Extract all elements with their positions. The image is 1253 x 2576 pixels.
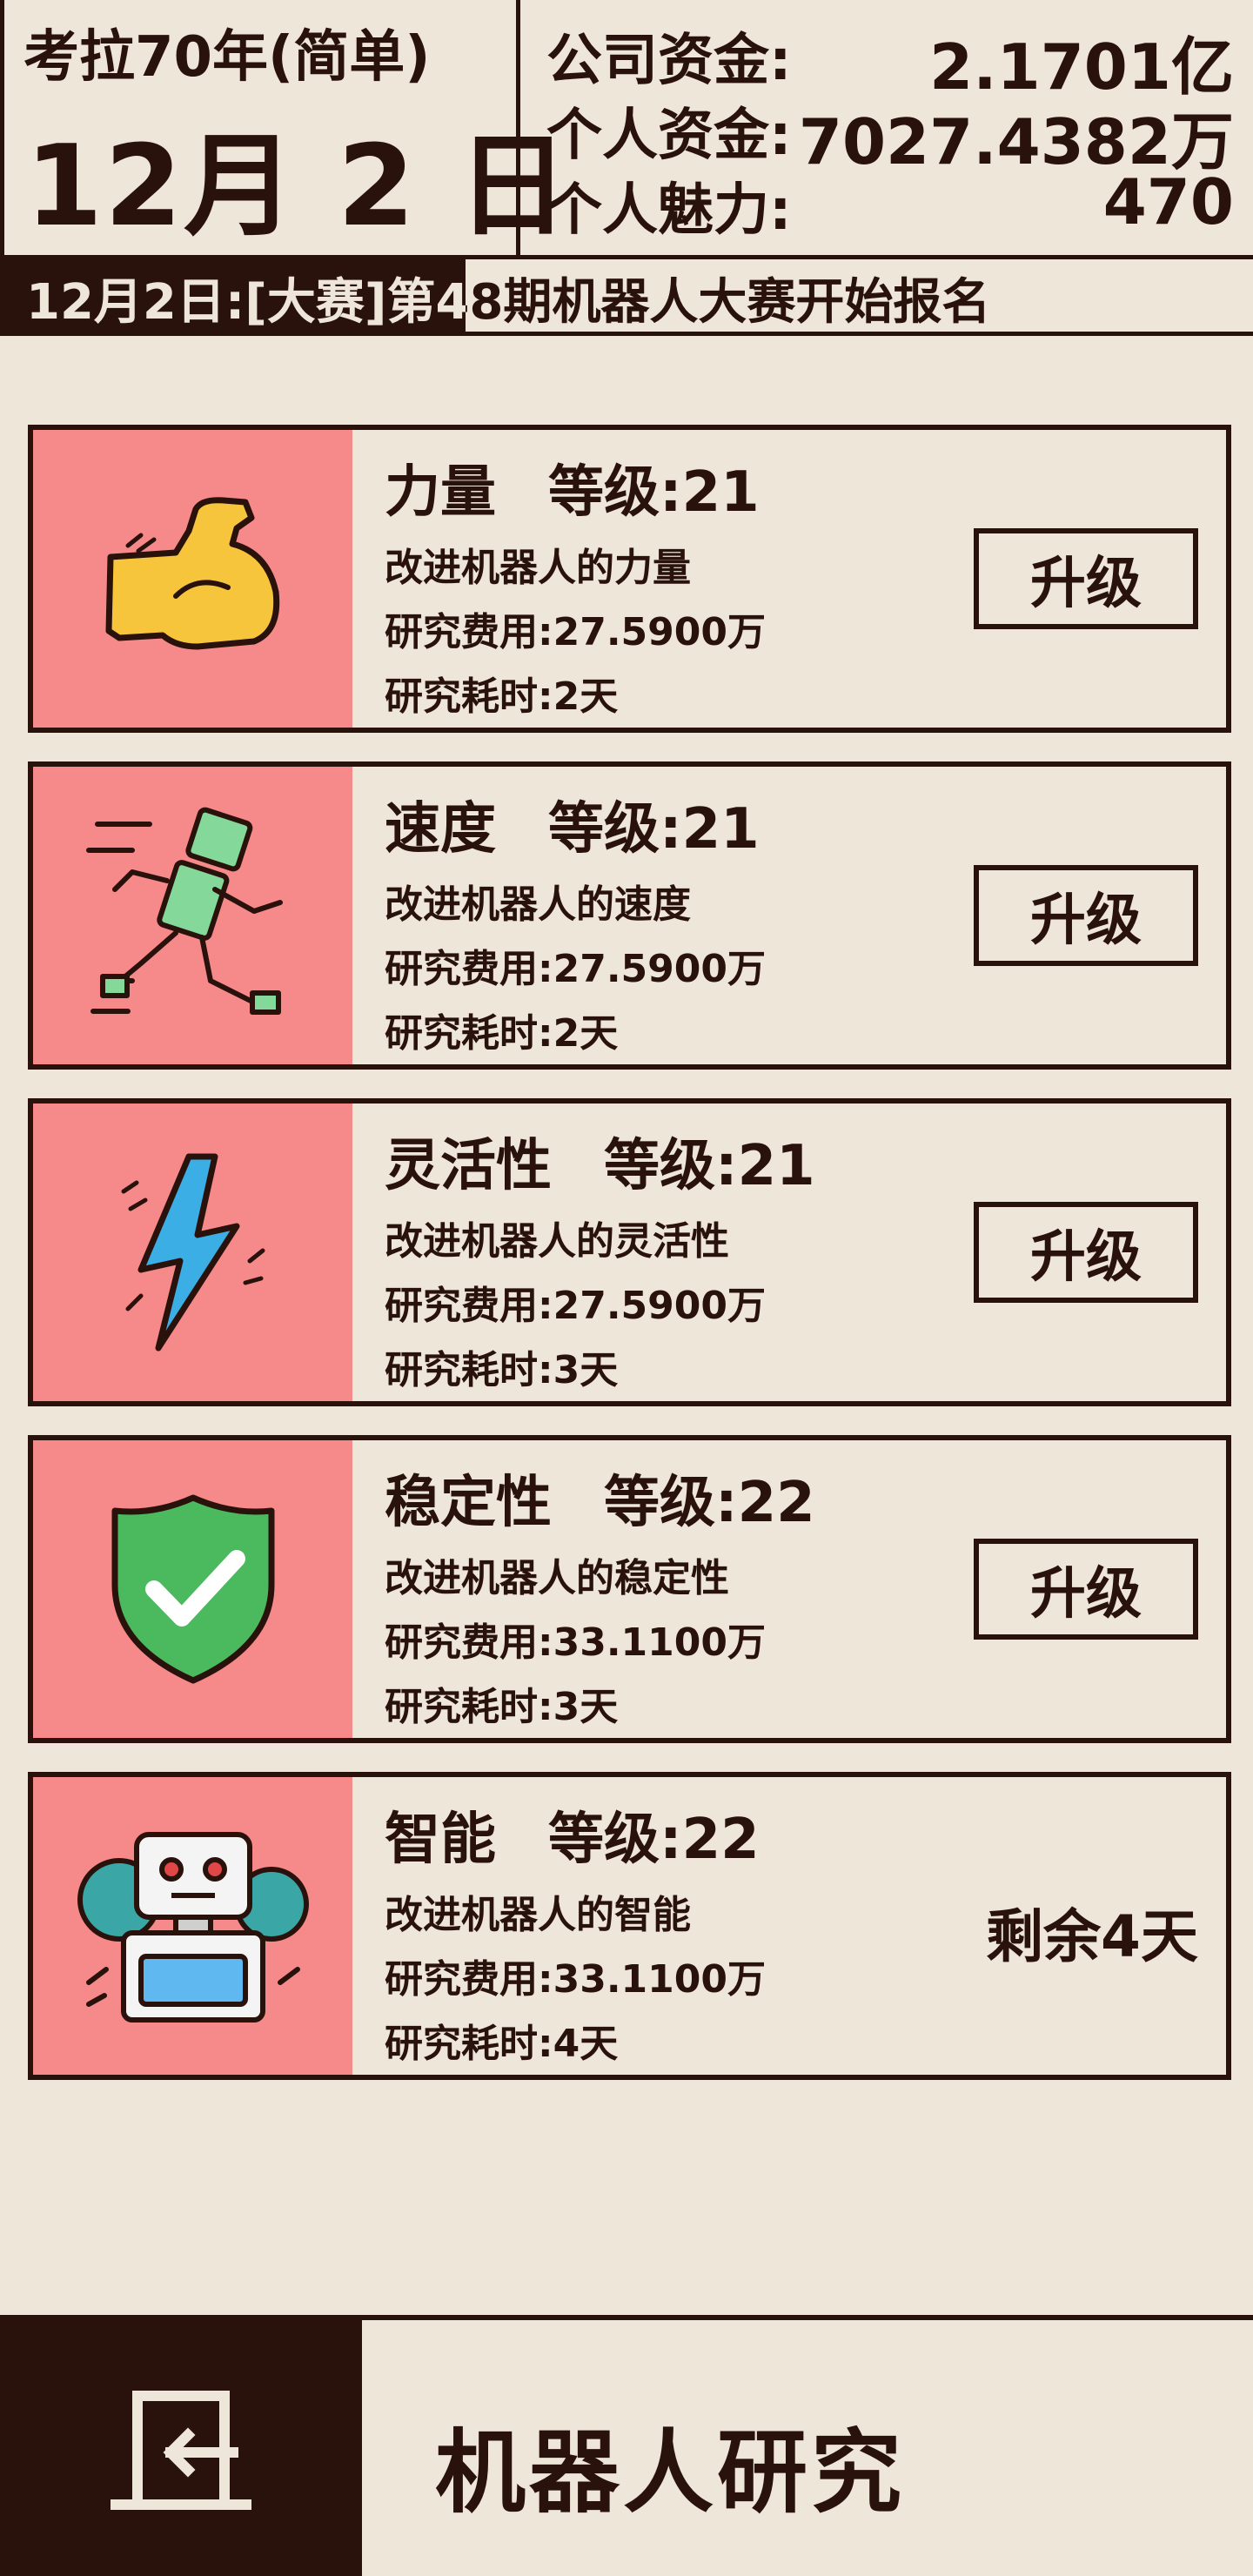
personal-funds-row: 个人资金: 7027.4382万 (546, 91, 1234, 178)
exit-door-icon (111, 2391, 251, 2510)
charisma-row: 个人魅力: 470 (546, 165, 1234, 243)
skill-name: 智能 (385, 1808, 496, 1872)
card-title: 速度 等级:21 (385, 784, 760, 864)
upgrade-button-stability[interactable]: 升级 (974, 1539, 1198, 1640)
card-icon-panel (33, 1777, 352, 2075)
robot-gear-icon (77, 1832, 309, 2023)
research-card-stability: 稳定性 等级:22 改进机器人的稳定性 研究费用:33.1100万 研究耗时:3天… (28, 1435, 1231, 1743)
research-time: 研究耗时:4天 (385, 2022, 619, 2066)
game-title: 考拉70年(简单) (23, 25, 431, 90)
running-robot-icon (85, 807, 283, 1015)
skill-description: 改进机器人的速度 (385, 882, 691, 927)
news-ticker: 12月2日:[大赛]第48期机器人大赛开始报名 12月2日:[大赛]第48期机器… (0, 259, 1253, 336)
company-funds-row: 公司资金: 2.1701亿 (546, 16, 1234, 104)
page-title: 机器人研究 (435, 2419, 906, 2526)
card-title: 灵活性 等级:21 (385, 1121, 815, 1201)
research-card-intelligence: 智能 等级:22 改进机器人的智能 研究费用:33.1100万 研究耗时:4天 剩… (28, 1772, 1231, 2080)
personal-funds-label: 个人资金: (546, 104, 792, 168)
ticker-text-highlighted: 12月2日:[大赛]第48期机器人大赛开始报名 (26, 274, 466, 331)
remaining-days: 剩余4天 (986, 1903, 1198, 1970)
research-cost: 研究费用:27.5900万 (385, 610, 767, 654)
skill-description: 改进机器人的灵活性 (385, 1219, 729, 1264)
upgrade-button-speed[interactable]: 升级 (974, 865, 1198, 966)
upgrade-button-strength[interactable]: 升级 (974, 528, 1198, 629)
lightning-icon (121, 1153, 265, 1352)
date-panel: 考拉70年(简单) 12月 2 日 (0, 0, 568, 255)
card-title: 力量 等级:21 (385, 447, 760, 527)
bottom-bar: 机器人研究 (0, 2315, 1253, 2576)
skill-description: 改进机器人的智能 (385, 1893, 691, 1937)
research-cost: 研究费用:27.5900万 (385, 1284, 767, 1328)
research-time: 研究耗时:2天 (385, 1011, 619, 1056)
status-header: 考拉70年(简单) 12月 2 日 公司资金: 2.1701亿 个人资金: 70… (0, 0, 1253, 259)
card-icon-panel (33, 767, 352, 1064)
back-button[interactable] (0, 2320, 362, 2576)
research-cost: 研究费用:33.1100万 (385, 1957, 767, 2002)
research-time: 研究耗时:3天 (385, 1685, 619, 1729)
card-icon-panel (33, 430, 352, 728)
research-card-agility: 灵活性 等级:21 改进机器人的灵活性 研究费用:27.5900万 研究耗时:3天… (28, 1098, 1231, 1406)
card-title: 稳定性 等级:22 (385, 1458, 815, 1538)
skill-name: 灵活性 (385, 1134, 552, 1198)
skill-level: 等级:22 (604, 1471, 815, 1535)
research-time: 研究耗时:3天 (385, 1348, 619, 1392)
card-icon-panel (33, 1440, 352, 1738)
research-card-speed: 速度 等级:21 改进机器人的速度 研究费用:27.5900万 研究耗时:2天 升… (28, 761, 1231, 1070)
upgrade-button-agility[interactable]: 升级 (974, 1202, 1198, 1303)
charisma-label: 个人魅力: (546, 178, 792, 243)
company-funds-label: 公司资金: (546, 29, 792, 93)
flexed-arm-icon (105, 497, 279, 650)
card-icon-panel (33, 1104, 352, 1401)
research-cost: 研究费用:27.5900万 (385, 947, 767, 991)
research-cost: 研究费用:33.1100万 (385, 1620, 767, 1665)
skill-name: 稳定性 (385, 1471, 552, 1535)
research-time: 研究耗时:2天 (385, 674, 619, 719)
skill-level: 等级:21 (604, 1134, 815, 1198)
skill-name: 速度 (385, 797, 496, 862)
charisma-value: 470 (1102, 165, 1234, 238)
research-card-strength: 力量 等级:21 改进机器人的力量 研究费用:27.5900万 研究耗时:2天 升… (28, 425, 1231, 733)
skill-description: 改进机器人的稳定性 (385, 1556, 729, 1600)
shield-check-icon (111, 1494, 274, 1684)
current-date: 12月 2 日 (25, 122, 571, 252)
skill-description: 改进机器人的力量 (385, 546, 691, 590)
ticker-highlight-clip: 12月2日:[大赛]第48期机器人大赛开始报名 (0, 259, 466, 332)
skill-level: 等级:22 (548, 1808, 760, 1872)
card-title: 智能 等级:22 (385, 1794, 760, 1875)
skill-level: 等级:21 (548, 460, 760, 525)
skill-name: 力量 (385, 460, 496, 525)
skill-level: 等级:21 (548, 797, 760, 862)
